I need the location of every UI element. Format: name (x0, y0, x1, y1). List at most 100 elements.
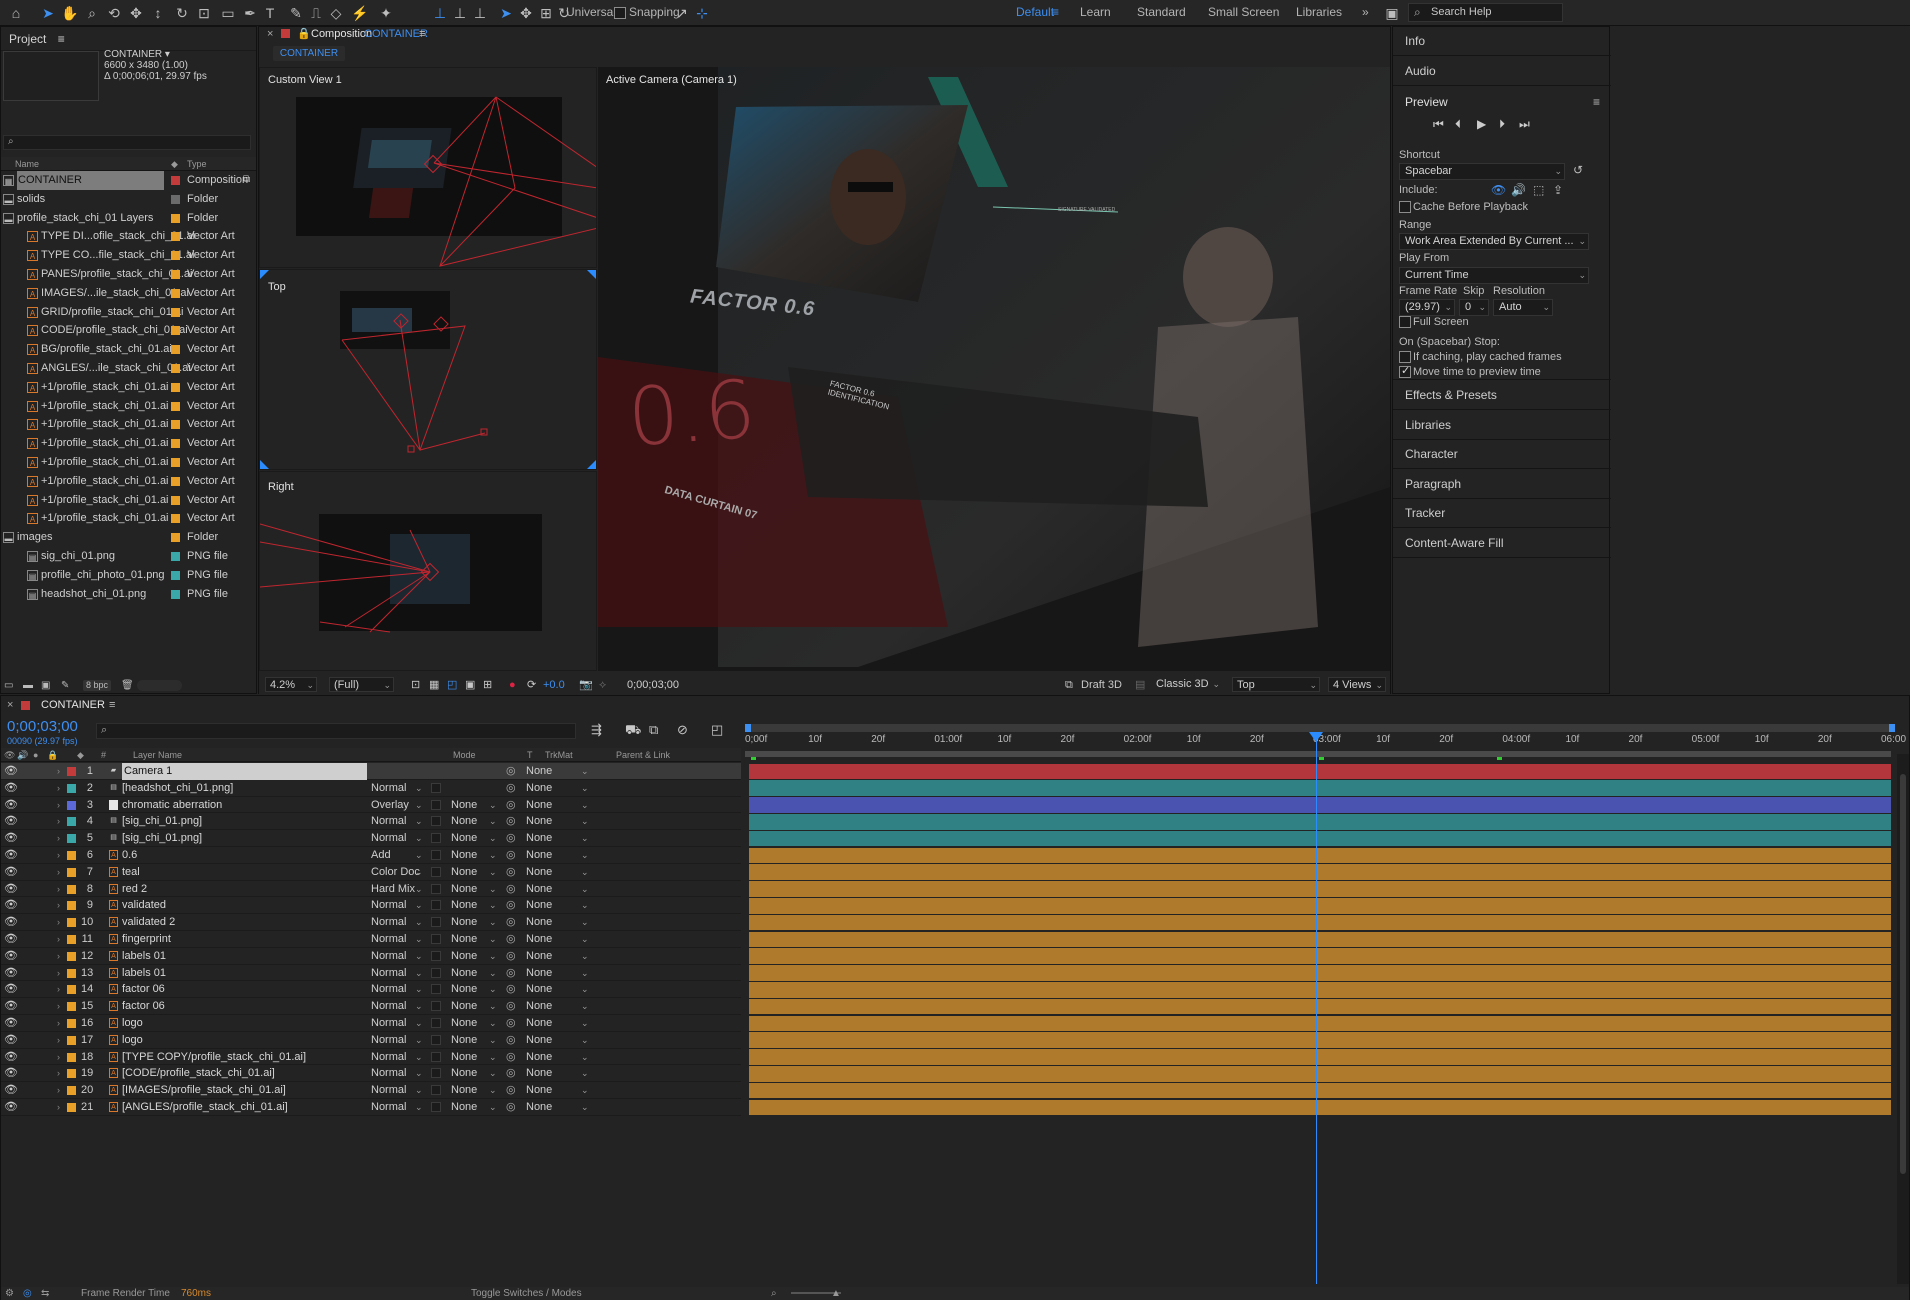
if-caching-checkbox[interactable] (1399, 351, 1411, 363)
type-tool-icon[interactable]: T (260, 3, 280, 23)
reset-shortcut-icon[interactable]: ↺ (1573, 163, 1583, 177)
label-color-swatch[interactable] (171, 439, 180, 449)
label-color-swatch[interactable] (171, 364, 180, 373)
av-features-icon[interactable]: 👁 (4, 748, 15, 762)
label-color-swatch[interactable] (171, 176, 180, 185)
layer-duration-bar[interactable] (749, 914, 1891, 931)
draft-3d-label[interactable]: Draft 3D (1081, 676, 1122, 694)
layer-duration-bar[interactable] (749, 898, 1891, 914)
play-from-dropdown[interactable]: Current Time ⌄ (1399, 267, 1589, 284)
snapshot-icon[interactable]: 📷 (579, 676, 593, 694)
project-search-input[interactable]: ⌕ (3, 135, 251, 150)
layer-duration-bar[interactable] (749, 780, 1891, 796)
scale-universal-icon[interactable]: ⊞ (536, 3, 556, 23)
close-panel-icon[interactable]: × (267, 27, 273, 42)
current-time-display[interactable]: 0;00;03;00 (7, 718, 78, 735)
info-panel-tab[interactable]: Info (1393, 27, 1611, 56)
toggle-switches-label[interactable]: Toggle Switches / Modes (471, 1287, 582, 1300)
rotation-tool-icon[interactable]: ↻ (172, 3, 192, 23)
layer-duration-bar[interactable] (749, 847, 1891, 864)
layer-duration-bar[interactable] (749, 814, 1891, 830)
right-view[interactable]: Right (259, 471, 597, 671)
delete-icon[interactable]: 🗑 (121, 677, 134, 694)
view-axis-icon[interactable]: ⊥ (470, 3, 490, 23)
layer-duration-bar[interactable] (749, 864, 1891, 880)
draft-3d-toggle-icon[interactable]: ⛟ (625, 722, 641, 740)
project-item[interactable]: A TYPE CO...file_stack_chi_01.ai Vector Ar… (1, 246, 256, 265)
transparency-grid-icon[interactable]: ▦ (429, 676, 439, 694)
play-icon[interactable]: ▶ (1477, 117, 1486, 131)
layer-search-input[interactable]: ⌕ (96, 723, 576, 739)
label-color-swatch[interactable] (171, 589, 180, 599)
label-color-swatch[interactable] (171, 570, 180, 580)
sync-settings-icon[interactable]: ▣ (1382, 3, 1402, 23)
workspace-menu-icon[interactable]: ≡ (1052, 5, 1059, 19)
preview-resolution-dropdown[interactable]: Auto ⌄ (1493, 299, 1553, 316)
full-screen-checkbox[interactable] (1399, 316, 1411, 328)
extended-viewer-icon[interactable]: ▤ (1135, 676, 1145, 694)
layer-duration-bar[interactable] (749, 1099, 1891, 1116)
bit-depth-button[interactable]: 8 bpc (83, 680, 111, 691)
eraser-tool-icon[interactable]: ◇ (326, 3, 346, 23)
project-item[interactable]: ›▬solidsFolder (1, 190, 256, 209)
layer-switches-icon[interactable]: ⚙ (5, 1287, 14, 1300)
zoom-in-icon[interactable]: ▲ (831, 1287, 841, 1300)
project-item[interactable]: A +1/profile_stack_chi_01.ai Vector Art (1, 378, 256, 397)
name-column-header[interactable]: Name (15, 157, 39, 171)
move-universal-icon[interactable]: ✥ (516, 3, 536, 23)
view-layout-dropdown[interactable]: 4 Views ⌄ (1328, 677, 1386, 692)
layer-duration-bar[interactable] (749, 1049, 1891, 1065)
new-folder-icon[interactable]: ▬ (23, 677, 33, 694)
layer-duration-bar[interactable] (749, 763, 1891, 780)
label-color-swatch[interactable] (171, 382, 180, 392)
label-color-swatch[interactable] (171, 495, 180, 505)
project-item[interactable]: A +1/profile_stack_chi_01.ai Vector Art (1, 434, 256, 453)
label-color-swatch[interactable] (171, 326, 180, 336)
range-dropdown[interactable]: Work Area Extended By Current ... ⌄ (1399, 233, 1589, 250)
workspace-learn[interactable]: Learn (1080, 5, 1111, 19)
magnification-dropdown[interactable]: 4.2% ⌄ (265, 677, 317, 692)
layer-duration-bar[interactable] (749, 998, 1891, 1015)
project-item[interactable]: ▤ sig_chi_01.png PNG file (1, 547, 256, 566)
comp-navigator-tab[interactable]: CONTAINER (273, 46, 345, 61)
project-item[interactable]: A GRID/profile_stack_chi_01.ai Vector Art (1, 303, 256, 322)
local-axis-icon[interactable]: ⊥ (430, 3, 450, 23)
brush-tool-icon[interactable]: ✎ (286, 3, 306, 23)
type-column-header[interactable]: Type (187, 157, 207, 171)
project-settings-icon[interactable]: ✎ (61, 677, 69, 694)
scrollbar-thumb[interactable] (1900, 774, 1906, 1174)
project-item[interactable]: A IMAGES/...ile_stack_chi_01.ai Vector Art (1, 284, 256, 303)
rectangle-tool-icon[interactable]: ▭ (218, 3, 238, 23)
project-tab[interactable]: Project (9, 32, 46, 46)
show-snapshot-icon[interactable]: ⟡ (599, 676, 606, 694)
layer-duration-bar[interactable] (749, 881, 1891, 897)
project-item[interactable]: ▤ headshot_chi_01.png PNG file (1, 585, 256, 604)
project-item[interactable]: A +1/profile_stack_chi_01.ai Vector Art (1, 491, 256, 510)
comp-timecode[interactable]: 0;00;03;00 (627, 676, 679, 694)
audio-column-icon[interactable]: 🔊 (17, 748, 28, 762)
color-channel-icon[interactable]: ● (509, 676, 516, 694)
layer-duration-bar[interactable] (749, 1066, 1891, 1082)
project-item[interactable]: A +1/profile_stack_chi_01.ai Vector Art (1, 472, 256, 491)
thumbnail-slider[interactable] (137, 680, 182, 691)
layer-duration-bar[interactable] (749, 982, 1891, 998)
label-color-swatch[interactable] (171, 288, 180, 298)
project-item[interactable]: ▦ CONTAINER Composition ⧉ (1, 171, 256, 190)
panel-menu-icon[interactable]: ≡ (1593, 95, 1600, 109)
include-audio-icon[interactable]: 🔊 (1511, 183, 1526, 197)
orbit-camera-icon[interactable]: ⟲ (104, 3, 124, 23)
work-area-bar[interactable] (745, 751, 1891, 757)
cache-before-playback-checkbox[interactable] (1399, 201, 1411, 213)
in-out-icon[interactable]: ⇆ (41, 1287, 49, 1300)
comp-mini-flowchart-icon[interactable]: ⇶ (591, 722, 602, 738)
selection-tool-icon[interactable]: ➤ (38, 3, 58, 23)
time-navigator-bar[interactable] (745, 724, 1895, 732)
label-color-swatch[interactable] (171, 194, 180, 204)
project-item[interactable]: A TYPE DI...ofile_stack_chi_01.ai Vector A… (1, 227, 256, 246)
hide-shy-layers-icon[interactable]: ⧉ (649, 722, 658, 738)
label-color-swatch[interactable] (171, 307, 180, 317)
label-color-swatch[interactable] (171, 458, 180, 467)
label-color-swatch[interactable] (171, 401, 180, 411)
include-overlays-icon[interactable]: ⬚ (1533, 183, 1544, 197)
project-item[interactable]: A +1/profile_stack_chi_01.ai Vector Art (1, 415, 256, 434)
